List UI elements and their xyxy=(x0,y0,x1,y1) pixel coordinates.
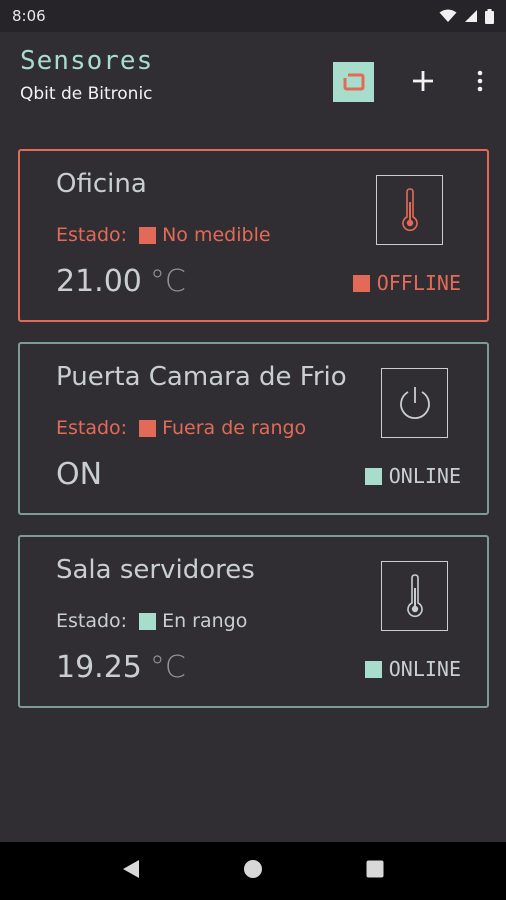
status-icons xyxy=(439,8,494,24)
add-icon xyxy=(413,71,433,91)
connection-label: ONLINE xyxy=(388,464,461,488)
connection-label: OFFLINE xyxy=(376,271,461,295)
estado-value: Fuera de rango xyxy=(162,417,307,439)
sensor-reading: 21.00 xyxy=(56,264,142,299)
add-button[interactable] xyxy=(406,64,440,98)
thermometer-icon xyxy=(406,574,423,618)
battery-icon xyxy=(485,8,494,24)
back-icon xyxy=(122,860,139,878)
sensor-unit: °C xyxy=(149,650,186,685)
connection-indicator xyxy=(364,467,382,485)
recents-button[interactable] xyxy=(366,860,384,882)
sensor-estado: Estado: No medible xyxy=(56,224,271,246)
home-button[interactable] xyxy=(243,859,263,883)
connection-status: ONLINE xyxy=(364,657,461,681)
connection-indicator xyxy=(364,660,382,678)
sensor-card-oficina[interactable]: Oficina Estado: No medible 21.00 °C OFFLI… xyxy=(18,149,489,322)
sensor-card-puerta-camara[interactable]: Puerta Camara de Frio Estado: Fuera de r… xyxy=(18,342,489,515)
estado-value: No medible xyxy=(162,224,271,246)
more-options-button[interactable] xyxy=(466,64,494,98)
sensor-reading: 19.25 xyxy=(56,650,142,685)
estado-value: En rango xyxy=(162,610,248,632)
app-title: Sensores xyxy=(20,46,154,76)
status-time: 8:06 xyxy=(12,7,46,25)
sensor-value: 19.25 °C xyxy=(56,650,186,685)
sensor-name: Sala servidores xyxy=(56,555,255,585)
sensor-value: ON xyxy=(56,457,102,492)
home-icon xyxy=(243,860,262,878)
estado-label: Estado: xyxy=(56,610,128,632)
signal-icon xyxy=(465,10,477,22)
sensor-unit: °C xyxy=(149,264,186,299)
connection-label: ONLINE xyxy=(388,657,461,681)
connection-status: OFFLINE xyxy=(352,271,461,295)
app-subtitle: Qbit de Bitronic xyxy=(20,84,153,104)
estado-label: Estado: xyxy=(56,417,128,439)
app-bar: Sensores Qbit de Bitronic xyxy=(0,32,506,124)
logo-icon xyxy=(343,73,364,91)
connection-indicator xyxy=(352,274,370,292)
estado-label: Estado: xyxy=(56,224,128,246)
estado-indicator xyxy=(139,612,157,630)
estado-indicator xyxy=(139,419,157,437)
power-icon xyxy=(399,387,430,420)
estado-indicator xyxy=(139,226,157,244)
more-vert-icon xyxy=(477,70,483,92)
status-bar: 8:06 xyxy=(0,0,506,32)
sensor-reading: ON xyxy=(56,457,103,492)
sensor-name: Oficina xyxy=(56,169,147,199)
back-button[interactable] xyxy=(122,859,140,883)
sensor-value: 21.00 °C xyxy=(56,264,186,299)
sensor-name: Puerta Camara de Frio xyxy=(56,362,347,392)
sensor-type-box xyxy=(381,368,448,438)
wifi-icon xyxy=(439,9,457,22)
sensor-estado: Estado: En rango xyxy=(56,610,247,632)
sensor-type-box xyxy=(376,175,443,245)
recents-icon xyxy=(366,860,384,878)
sensor-estado: Estado: Fuera de rango xyxy=(56,417,306,439)
navigation-bar xyxy=(0,842,506,900)
sensor-type-box xyxy=(381,561,448,631)
thermometer-icon xyxy=(401,188,418,232)
sensor-card-sala-servidores[interactable]: Sala servidores Estado: En rango 19.25 °C… xyxy=(18,535,489,708)
logo-button[interactable] xyxy=(333,62,374,102)
connection-status: ONLINE xyxy=(364,464,461,488)
